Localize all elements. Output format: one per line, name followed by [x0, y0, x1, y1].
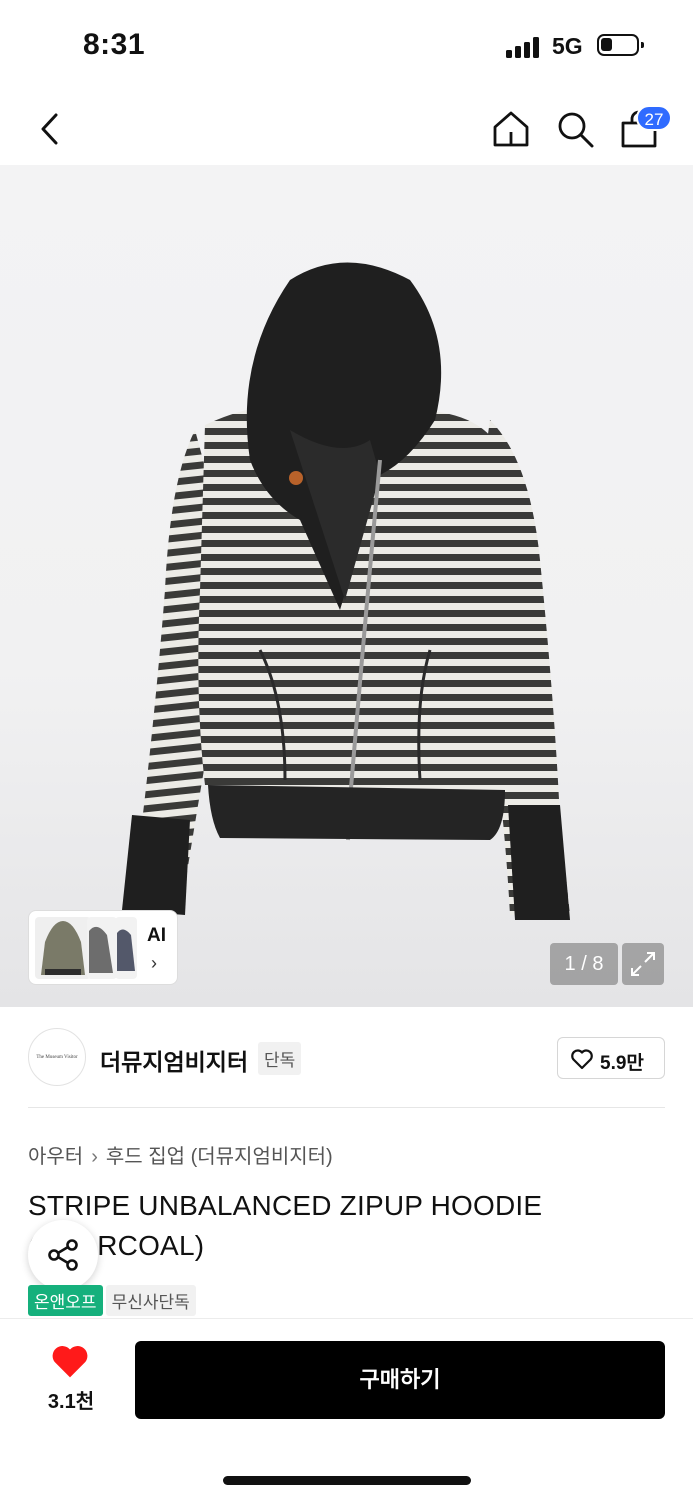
brand-like-count: 5.9만 [600, 1053, 644, 1074]
back-arrow-icon[interactable] [30, 109, 70, 149]
brand-like-button[interactable]: 5.9만 [557, 1037, 665, 1079]
ai-styling-card[interactable]: AI › [28, 910, 178, 985]
image-page-counter: 1 / 8 [550, 943, 618, 985]
breadcrumb-category[interactable]: 아우터 [28, 1146, 83, 1168]
share-icon [48, 1239, 78, 1271]
search-icon[interactable] [554, 108, 596, 150]
buy-button[interactable]: 구매하기 [135, 1341, 665, 1419]
breadcrumb-separator: › [91, 1146, 98, 1168]
expand-icon[interactable] [622, 943, 664, 985]
heart-outline-icon [571, 1049, 593, 1070]
signal-icon [506, 36, 542, 58]
brand-name[interactable]: 더뮤지엄비지터 [100, 1043, 248, 1077]
network-type: 5G [552, 33, 583, 59]
chevron-right-icon: › [151, 953, 157, 973]
breadcrumb-subcategory[interactable]: 후드 집업 (더뮤지엄비지터) [106, 1146, 333, 1168]
ai-label: AI [147, 925, 166, 946]
home-icon[interactable] [490, 108, 532, 150]
product-image [122, 262, 570, 920]
top-nav: 27 [0, 95, 693, 165]
breadcrumb: 아우터 › 후드 집업 (더뮤지엄비지터) [28, 1140, 333, 1169]
product-title: STRIPE UNBALANCED ZIPUP HOODIE (CHARCOAL… [28, 1190, 543, 1261]
product-image-gallery[interactable]: AI › 1 / 8 [0, 165, 693, 1007]
battery-icon [597, 34, 644, 56]
share-button[interactable] [28, 1220, 98, 1290]
bottom-action-bar: 3.1천 구매하기 [0, 1318, 693, 1500]
heart-filled-icon[interactable] [50, 1343, 90, 1379]
status-bar: 8:31 5G [0, 0, 693, 90]
ai-thumbnail-image-2 [87, 917, 117, 979]
ai-thumbnail-image-3 [115, 917, 137, 979]
brand-logo[interactable]: The Museum Visitor [28, 1028, 86, 1086]
tag-musinsa-exclusive: 무신사단독 [105, 1285, 196, 1316]
divider [28, 1107, 665, 1108]
home-indicator [223, 1476, 471, 1485]
ai-thumbnail-image [35, 917, 91, 979]
tag-on-and-off: 온앤오프 [28, 1285, 103, 1316]
brand-row: The Museum Visitor 더뮤지엄비지터 단독 5.9만 [28, 1028, 665, 1088]
product-tags: 온앤오프 무신사단독 [28, 1285, 199, 1316]
cart-count-badge: 27 [636, 105, 672, 131]
status-time: 8:31 [83, 28, 146, 61]
brand-exclusive-badge: 단독 [258, 1042, 302, 1075]
wish-count: 3.1천 [47, 1391, 95, 1413]
